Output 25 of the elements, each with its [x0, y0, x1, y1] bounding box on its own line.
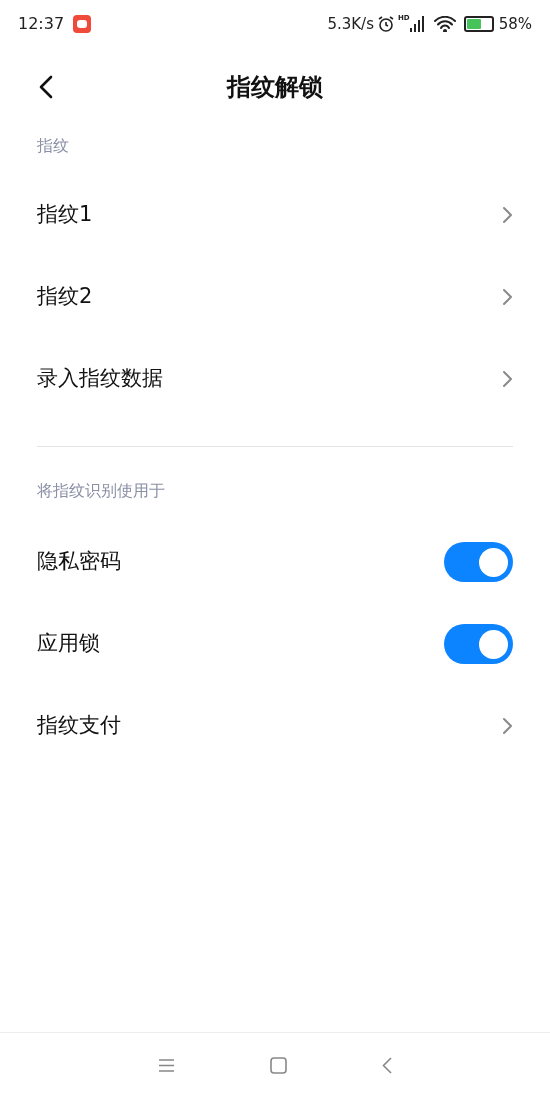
battery-percent: 58% — [498, 13, 532, 35]
wifi-icon — [433, 16, 456, 32]
battery-icon — [463, 16, 494, 32]
status-time: 12:37 — [18, 13, 65, 35]
settings-row[interactable]: 指纹1 — [0, 174, 550, 256]
chevron-right-icon — [501, 206, 513, 224]
settings-row[interactable]: 指纹2 — [0, 256, 550, 338]
network-speed: 5.3K/s — [327, 13, 374, 35]
section-header: 将指纹识别使用于 — [37, 480, 165, 502]
setting-label: 应用锁 — [37, 630, 100, 658]
alarm-icon — [377, 15, 395, 33]
menu-button[interactable] — [158, 1058, 175, 1073]
signal-icon — [409, 16, 424, 32]
app-notification-icon — [73, 15, 92, 33]
toggle-switch[interactable] — [444, 542, 513, 582]
setting-label: 隐私密码 — [37, 548, 121, 576]
chevron-right-icon — [501, 370, 513, 388]
toggle-switch[interactable] — [444, 624, 513, 664]
home-button[interactable] — [270, 1057, 287, 1074]
settings-row[interactable]: 录入指纹数据 — [0, 338, 550, 420]
settings-row[interactable]: 指纹支付 — [0, 685, 550, 767]
chevron-right-icon — [501, 717, 513, 735]
section-header: 指纹 — [37, 135, 69, 157]
page-title: 指纹解锁 — [227, 72, 323, 103]
chevron-right-icon — [501, 288, 513, 306]
